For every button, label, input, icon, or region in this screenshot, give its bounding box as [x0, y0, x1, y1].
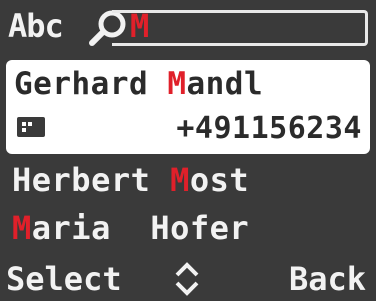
up-down-icon[interactable] [170, 260, 204, 298]
match-highlight: M [167, 66, 187, 102]
contact-phone-number: +491156234 [176, 111, 362, 146]
search-query: M [130, 7, 150, 45]
phone-screen: Abc M Gerhard Mandl +491156234 Herbert M… [0, 0, 376, 301]
back-softkey[interactable]: Back [289, 258, 366, 300]
search-input[interactable] [112, 10, 368, 46]
match-highlight: M [12, 209, 32, 247]
select-softkey[interactable]: Select [6, 258, 122, 300]
input-mode-label[interactable]: Abc [8, 6, 64, 46]
search-bar[interactable]: Abc M [0, 0, 376, 55]
sim-card-icon [17, 117, 45, 137]
match-highlight: M [170, 161, 190, 199]
softkey-bar: Select Back [0, 256, 376, 301]
contact-item[interactable]: Maria Hofer [12, 208, 249, 248]
contact-item-selected[interactable]: Gerhard Mandl +491156234 [6, 60, 370, 154]
contact-item[interactable]: Herbert Most [12, 160, 249, 200]
contact-name: Gerhard Mandl [14, 66, 264, 102]
